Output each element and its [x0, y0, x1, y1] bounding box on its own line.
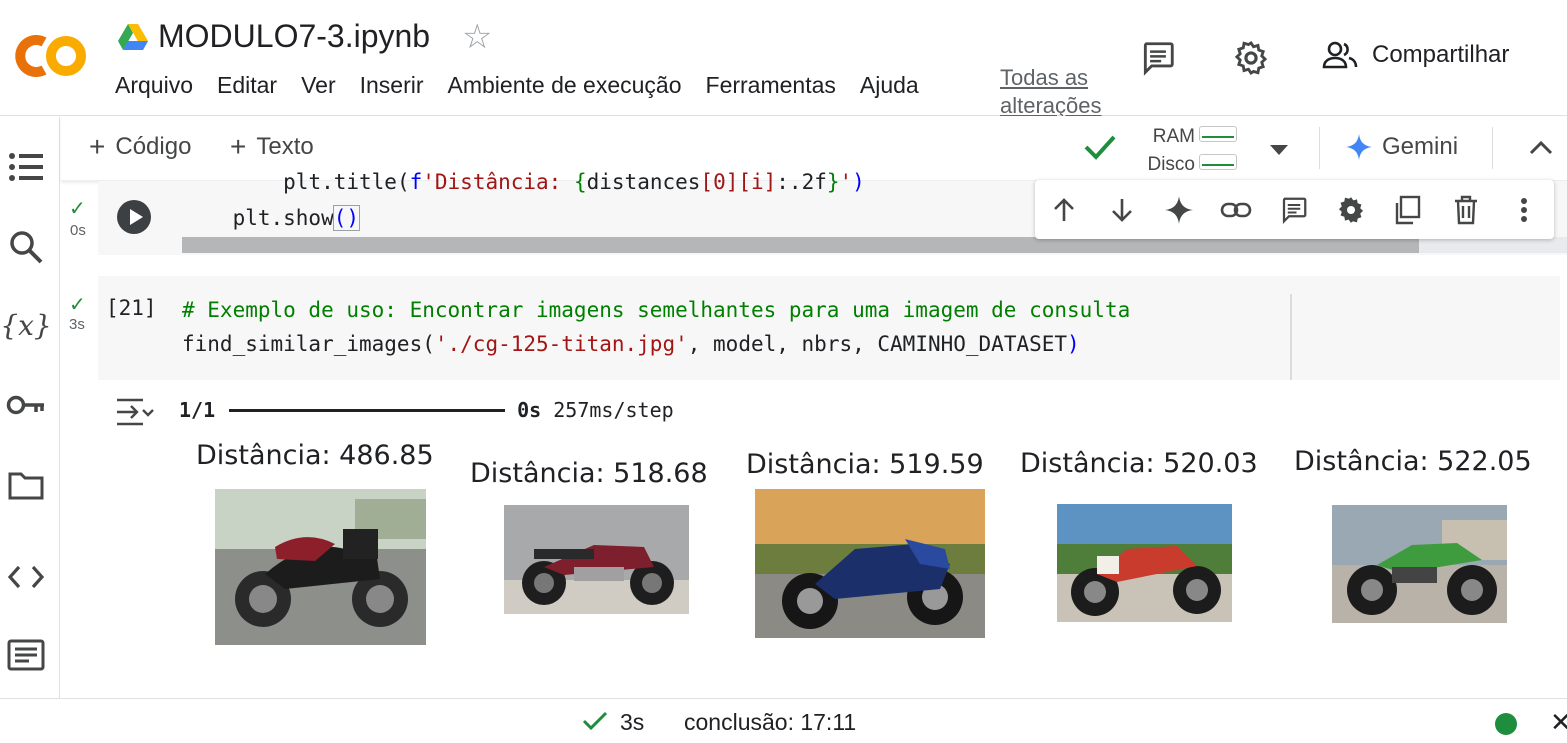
progress-time: 0s — [517, 398, 542, 422]
code-comment: # Exemplo de uso: Encontrar imagens seme… — [182, 298, 1131, 322]
ram-label: RAM — [1152, 126, 1195, 147]
toc-icon[interactable] — [6, 147, 46, 187]
menu-ver[interactable]: Ver — [301, 72, 336, 99]
more-icon[interactable] — [1508, 194, 1540, 226]
search-icon[interactable] — [6, 227, 46, 267]
key-icon[interactable] — [6, 385, 46, 425]
motorcycle-photo-2 — [504, 505, 689, 614]
check-icon: ✓ — [69, 294, 86, 316]
add-code-button[interactable]: + Código — [89, 133, 191, 161]
arrow-up-icon[interactable] — [1048, 194, 1080, 226]
close-icon[interactable]: ✕ — [1550, 707, 1567, 738]
disk-usage-graph — [1199, 154, 1237, 170]
folder-icon[interactable] — [6, 465, 46, 505]
toolbar-divider — [1492, 127, 1493, 169]
scrollbar-thumb[interactable] — [182, 237, 1419, 253]
result-label-3: Distância: 519.59 — [746, 449, 984, 480]
cell1-exec-time: 0s — [70, 222, 86, 239]
toolbar-divider — [1319, 127, 1320, 169]
add-text-label: Texto — [256, 133, 314, 160]
result-label-5: Distância: 522.05 — [1294, 446, 1532, 477]
terminal-icon[interactable] — [6, 635, 46, 675]
add-text-button[interactable]: + Texto — [230, 133, 314, 161]
ram-disk-labels[interactable]: RAM Disco — [1141, 123, 1195, 179]
sparkle-icon[interactable] — [1163, 194, 1195, 226]
progress-output: 1/1 0s 257ms/step — [179, 398, 674, 422]
disk-label: Disco — [1147, 154, 1195, 175]
connection-status-dot[interactable] — [1495, 713, 1517, 735]
comment-icon[interactable] — [1278, 194, 1310, 226]
gemini-label: Gemini — [1382, 133, 1459, 160]
menu-editar[interactable]: Editar — [217, 72, 277, 99]
gemini-icon — [1346, 134, 1372, 160]
copy-icon[interactable] — [1392, 194, 1424, 226]
code-call: find_similar_images('./cg-125-titan.jpg'… — [182, 332, 1080, 356]
check-icon: ✓ — [69, 198, 86, 220]
plus-icon: + — [89, 131, 106, 162]
link-icon[interactable] — [1220, 194, 1252, 226]
cell2-exec-time: 3s — [69, 316, 85, 333]
menu-inserir[interactable]: Inserir — [360, 72, 424, 99]
left-sidebar: {x} — [0, 117, 60, 698]
menu-bar: Arquivo Editar Ver Inserir Ambiente de e… — [115, 72, 943, 99]
comment-icon[interactable] — [1138, 38, 1178, 78]
status-bar: 3s conclusão: 17:11 ✕ — [0, 698, 1567, 743]
check-icon — [1083, 133, 1117, 166]
menu-ferramentas[interactable]: Ferramentas — [706, 72, 836, 99]
gear-icon[interactable] — [1335, 194, 1367, 226]
ram-usage-graph — [1199, 126, 1237, 142]
share-button[interactable]: Compartilhar — [1322, 40, 1509, 70]
arrow-down-icon[interactable] — [1106, 194, 1138, 226]
output-toggle-icon[interactable] — [115, 396, 155, 428]
people-icon — [1322, 41, 1358, 69]
check-icon — [582, 711, 608, 736]
chevron-up-icon[interactable] — [1529, 139, 1553, 160]
motorcycle-photo-4 — [1057, 504, 1232, 622]
result-label-2: Distância: 518.68 — [470, 458, 708, 489]
motorcycle-photo-5 — [1332, 505, 1507, 623]
notebook-title[interactable]: MODULO7-3.ipynb — [158, 18, 430, 55]
drive-icon[interactable] — [118, 24, 148, 50]
execution-count: [21] — [106, 296, 157, 320]
status-completion: conclusão: 17:11 — [684, 709, 857, 735]
result-label-1: Distância: 486.85 — [196, 440, 434, 471]
code-icon[interactable] — [6, 557, 46, 597]
result-label-4: Distância: 520.03 — [1020, 448, 1258, 479]
run-cell-button[interactable] — [117, 200, 151, 234]
menu-arquivo[interactable]: Arquivo — [115, 72, 193, 99]
delete-icon[interactable] — [1450, 194, 1482, 226]
share-label: Compartilhar — [1372, 41, 1510, 68]
colab-logo[interactable] — [14, 30, 90, 82]
code-line-title: plt.title(f'Distância: {distances[0][i]:… — [283, 170, 865, 194]
progress-count: 1/1 — [179, 398, 216, 422]
add-code-label: Código — [115, 133, 192, 160]
motorcycle-photo-3 — [755, 489, 985, 638]
gear-icon[interactable] — [1231, 38, 1271, 78]
variables-icon[interactable]: {x} — [0, 305, 51, 345]
progress-rate: 257ms/step — [553, 398, 674, 422]
gemini-button[interactable]: Gemini — [1346, 133, 1458, 161]
colab-window: MODULO7-3.ipynb ☆ Arquivo Editar Ver Ins… — [0, 0, 1567, 743]
save-status-link[interactable]: Todas as alterações — [1000, 64, 1102, 116]
cell-toolbar — [1035, 180, 1554, 239]
plus-icon: + — [230, 131, 247, 162]
star-icon[interactable]: ☆ — [462, 20, 492, 54]
code-cell-2[interactable] — [98, 276, 1560, 380]
code-line-show: plt.show() — [232, 205, 361, 231]
menu-ajuda[interactable]: Ajuda — [860, 72, 919, 99]
chevron-down-icon[interactable] — [1269, 143, 1289, 161]
motorcycle-photo-1 — [215, 489, 426, 645]
progress-bar — [229, 408, 506, 412]
app-header: MODULO7-3.ipynb ☆ Arquivo Editar Ver Ins… — [0, 0, 1567, 116]
status-duration: 3s — [620, 709, 645, 735]
menu-ambiente-de-execucao[interactable]: Ambiente de execução — [448, 72, 682, 99]
cell-divider — [1290, 294, 1292, 380]
